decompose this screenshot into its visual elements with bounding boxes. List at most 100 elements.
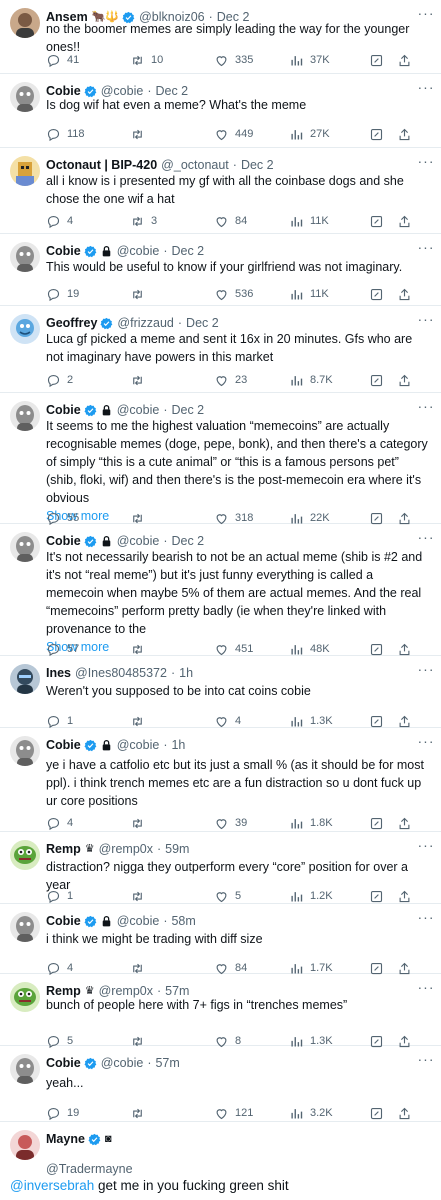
retweet-button[interactable]: [130, 1105, 151, 1121]
share-button[interactable]: [397, 641, 412, 657]
like-button[interactable]: 23: [214, 372, 247, 388]
bookmark-button[interactable]: [369, 372, 384, 388]
bookmark-button[interactable]: [369, 213, 384, 229]
views-button[interactable]: 48K: [289, 641, 330, 657]
share-button[interactable]: [397, 52, 412, 68]
avatar[interactable]: [10, 664, 40, 694]
more-icon[interactable]: ···: [417, 662, 435, 682]
tweet[interactable]: Geoffrey @frizzaud · Dec 2 ··· Luca gf picked…: [0, 306, 441, 393]
like-button[interactable]: 84: [214, 213, 247, 229]
more-icon[interactable]: ···: [417, 734, 435, 754]
timestamp[interactable]: 1h: [171, 736, 185, 754]
reply-button[interactable]: 19: [46, 1105, 79, 1121]
bookmark-button[interactable]: [369, 52, 384, 68]
retweet-button[interactable]: [130, 641, 151, 657]
more-icon[interactable]: ···: [417, 838, 435, 858]
timestamp[interactable]: 1h: [179, 664, 193, 682]
share-button[interactable]: [397, 1105, 412, 1121]
share-button[interactable]: [397, 126, 412, 142]
views-button[interactable]: 8.7K: [289, 372, 333, 388]
share-button[interactable]: [397, 213, 412, 229]
more-icon[interactable]: ···: [417, 1052, 435, 1072]
tweet[interactable]: Ines @Ines80485372 · 1h ··· Weren't you suppo…: [0, 656, 441, 728]
like-button[interactable]: 4: [214, 713, 241, 729]
views-button[interactable]: 1.8K: [289, 815, 333, 831]
author-name[interactable]: Remp: [46, 840, 81, 858]
timestamp[interactable]: 59m: [165, 840, 189, 858]
like-button[interactable]: 121: [214, 1105, 253, 1121]
avatar[interactable]: [10, 1130, 40, 1160]
avatar[interactable]: [10, 8, 40, 38]
tweet[interactable]: Cobie @cobie · Dec 2 ··· This would be useful…: [0, 234, 441, 306]
author-handle[interactable]: @Ines80485372: [75, 664, 167, 682]
share-button[interactable]: [397, 713, 412, 729]
tweet[interactable]: Ansem 🐂🔱 @blknoiz06 · Dec 2 ··· no the boomer …: [0, 0, 441, 74]
views-button[interactable]: 3.2K: [289, 1105, 333, 1121]
avatar[interactable]: [10, 314, 40, 344]
author-name[interactable]: Cobie: [46, 912, 81, 930]
tweet[interactable]: Remp ♛ @remp0x · 57m ··· bunch of people here …: [0, 974, 441, 1048]
bookmark-button[interactable]: [369, 1105, 384, 1121]
tweet[interactable]: Cobie @cobie · Dec 2 ··· Is dog wif hat even …: [0, 74, 441, 148]
tweet[interactable]: Cobie @cobie · Dec 2 ··· It's not necessarily…: [0, 524, 441, 656]
share-button[interactable]: [397, 372, 412, 388]
reply-text[interactable]: @inversebrah get me in you fucking green…: [10, 1177, 289, 1195]
share-button[interactable]: [397, 888, 412, 904]
like-button[interactable]: 5: [214, 888, 241, 904]
avatar[interactable]: [10, 156, 40, 186]
author-handle[interactable]: @Tradermayne: [46, 1162, 133, 1176]
views-button[interactable]: 11K: [289, 286, 329, 302]
retweet-button[interactable]: [130, 286, 151, 302]
reply-button[interactable]: 4: [46, 815, 73, 831]
avatar[interactable]: [10, 242, 40, 272]
tweet[interactable]: Remp ♛ @remp0x · 59m ··· distraction? nigga th…: [0, 832, 441, 904]
avatar[interactable]: [10, 401, 40, 431]
like-button[interactable]: 335: [214, 52, 253, 68]
bookmark-button[interactable]: [369, 286, 384, 302]
more-icon[interactable]: ···: [417, 910, 435, 930]
avatar[interactable]: [10, 1054, 40, 1084]
mention-link[interactable]: @inversebrah: [10, 1178, 94, 1193]
author-handle[interactable]: @cobie: [101, 1054, 144, 1072]
share-button[interactable]: [397, 286, 412, 302]
bookmark-button[interactable]: [369, 888, 384, 904]
avatar[interactable]: [10, 840, 40, 870]
reply-button[interactable]: 4: [46, 213, 73, 229]
tweet[interactable]: Octonaut | BIP-420 @_octonaut · Dec 2 ··· all…: [0, 148, 441, 234]
bookmark-button[interactable]: [369, 126, 384, 142]
author-name[interactable]: Ines: [46, 664, 71, 682]
reply-button[interactable]: 19: [46, 286, 79, 302]
avatar[interactable]: [10, 82, 40, 112]
like-button[interactable]: 536: [214, 286, 253, 302]
retweet-button[interactable]: [130, 815, 151, 831]
author-handle[interactable]: @cobie: [117, 912, 160, 930]
avatar[interactable]: [10, 982, 40, 1012]
reply-button[interactable]: 1: [46, 888, 73, 904]
author-name[interactable]: Cobie: [46, 736, 81, 754]
reply-button[interactable]: 1: [46, 713, 73, 729]
tweet[interactable]: Cobie @cobie · 57m ··· yeah... 19 121 3.2K: [0, 1046, 441, 1122]
reply-button[interactable]: 2: [46, 372, 73, 388]
retweet-button[interactable]: [130, 126, 151, 142]
tweet[interactable]: Cobie @cobie · 1h ··· ye i have a catfolio et…: [0, 728, 441, 832]
reply-button[interactable]: 118: [46, 126, 85, 142]
author-handle[interactable]: @remp0x: [99, 840, 153, 858]
retweet-button[interactable]: [130, 888, 151, 904]
author-handle[interactable]: @cobie: [117, 736, 160, 754]
views-button[interactable]: 1.3K: [289, 713, 333, 729]
retweet-button[interactable]: [130, 372, 151, 388]
views-button[interactable]: 37K: [289, 52, 330, 68]
avatar[interactable]: [10, 912, 40, 942]
retweet-button[interactable]: [130, 713, 151, 729]
avatar[interactable]: [10, 736, 40, 766]
like-button[interactable]: 39: [214, 815, 247, 831]
author-name[interactable]: Mayne: [46, 1130, 85, 1148]
share-button[interactable]: [397, 815, 412, 831]
bookmark-button[interactable]: [369, 641, 384, 657]
tweet[interactable]: Cobie @cobie · 58m ··· i think we might be tr…: [0, 904, 441, 975]
reply-button[interactable]: 41: [46, 52, 79, 68]
tweet[interactable]: Cobie @cobie · Dec 2 ··· It seems to me the h…: [0, 393, 441, 525]
views-button[interactable]: 11K: [289, 213, 329, 229]
bookmark-button[interactable]: [369, 713, 384, 729]
timestamp[interactable]: 58m: [171, 912, 195, 930]
